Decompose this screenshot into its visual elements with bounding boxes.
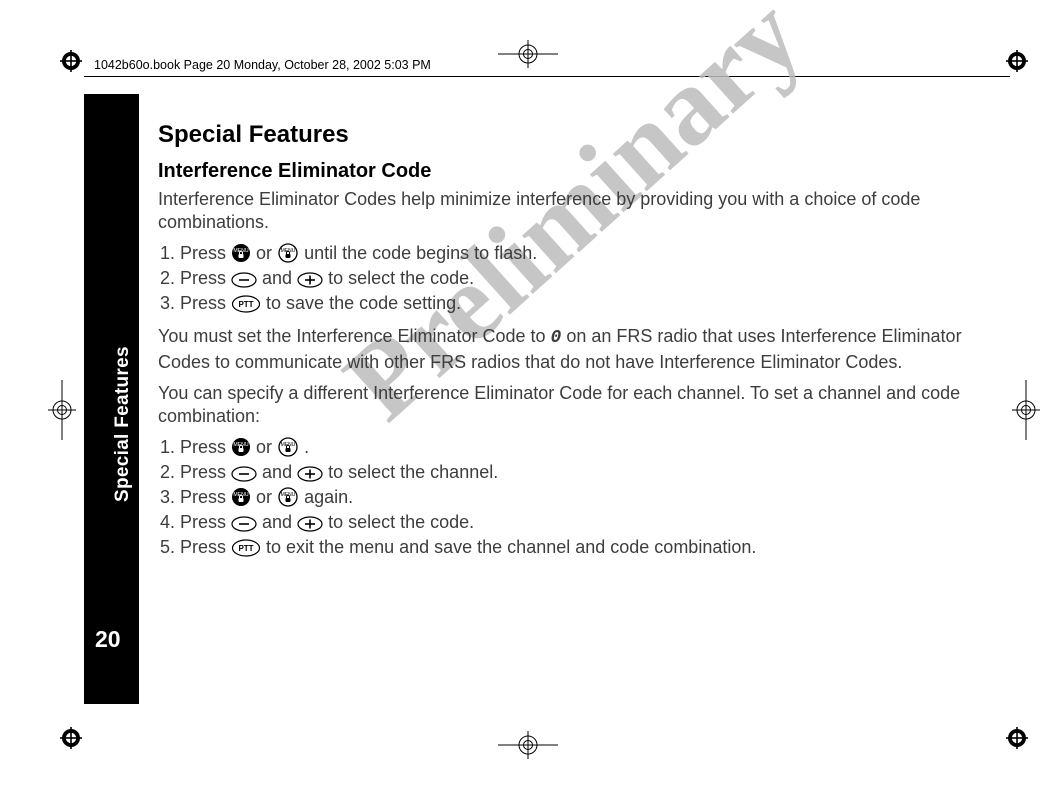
minus-oval-icon (231, 272, 257, 288)
paragraph-frs-note: You must set the Interference Eliminator… (158, 325, 992, 373)
page-number: 20 (95, 626, 121, 653)
step-1-2: Press and to select the code. (180, 267, 992, 290)
step-2-5: Press PTT to exit the menu and save the … (180, 536, 992, 559)
paragraph-channel-code: You can specify a different Interference… (158, 382, 992, 428)
crop-cross-top (498, 40, 558, 68)
page-frame: 1042b60o.book Page 20 Monday, October 28… (0, 0, 1062, 807)
crop-cross-bottom (498, 731, 558, 759)
reg-mark-bottom-right (1006, 727, 1028, 749)
ptt-oval-icon: PTT (231, 539, 261, 557)
menu-lock-outline-icon: MENU (277, 487, 299, 507)
book-header-rule (84, 76, 1010, 77)
menu-lock-outline-icon: MENU (277, 437, 299, 457)
intro-paragraph: Interference Eliminator Codes help minim… (158, 188, 992, 234)
step-2-1: Press MENU or MENU . (180, 436, 992, 459)
plus-oval-icon (297, 516, 323, 532)
step-1-1: Press MENU or MENU until the code begins… (180, 242, 992, 265)
menu-lock-solid-icon: MENU (231, 243, 251, 263)
steps-list-2: Press MENU or MENU . Press and to select… (158, 436, 992, 559)
content-area: Special Features Interference Eliminator… (158, 120, 992, 569)
step-2-4: Press and to select the code. (180, 511, 992, 534)
menu-lock-solid-icon: MENU (231, 487, 251, 507)
reg-mark-bottom-left (60, 727, 82, 749)
plus-oval-icon (297, 272, 323, 288)
subsection-heading: Interference Eliminator Code (158, 159, 992, 185)
menu-lock-outline-icon: MENU (277, 243, 299, 263)
section-heading: Special Features (158, 120, 992, 151)
side-tab-label: Special Features (112, 346, 134, 502)
menu-lock-solid-icon: MENU (231, 437, 251, 457)
plus-oval-icon (297, 466, 323, 482)
minus-oval-icon (231, 516, 257, 532)
minus-oval-icon (231, 466, 257, 482)
step-2-2: Press and to select the channel. (180, 461, 992, 484)
step-1-3: Press PTT to save the code setting. (180, 292, 992, 315)
crop-cross-right (1012, 380, 1040, 440)
ptt-oval-icon: PTT (231, 295, 261, 313)
steps-list-1: Press MENU or MENU until the code begins… (158, 242, 992, 315)
reg-mark-top-left (60, 50, 82, 72)
svg-text:PTT: PTT (238, 300, 253, 309)
reg-mark-top-right (1006, 50, 1028, 72)
svg-text:PTT: PTT (238, 544, 253, 553)
book-header-line: 1042b60o.book Page 20 Monday, October 28… (94, 58, 431, 72)
zero-glyph: 0 (551, 328, 562, 348)
step-2-3: Press MENU or MENU again. (180, 486, 992, 509)
crop-cross-left (48, 380, 76, 440)
